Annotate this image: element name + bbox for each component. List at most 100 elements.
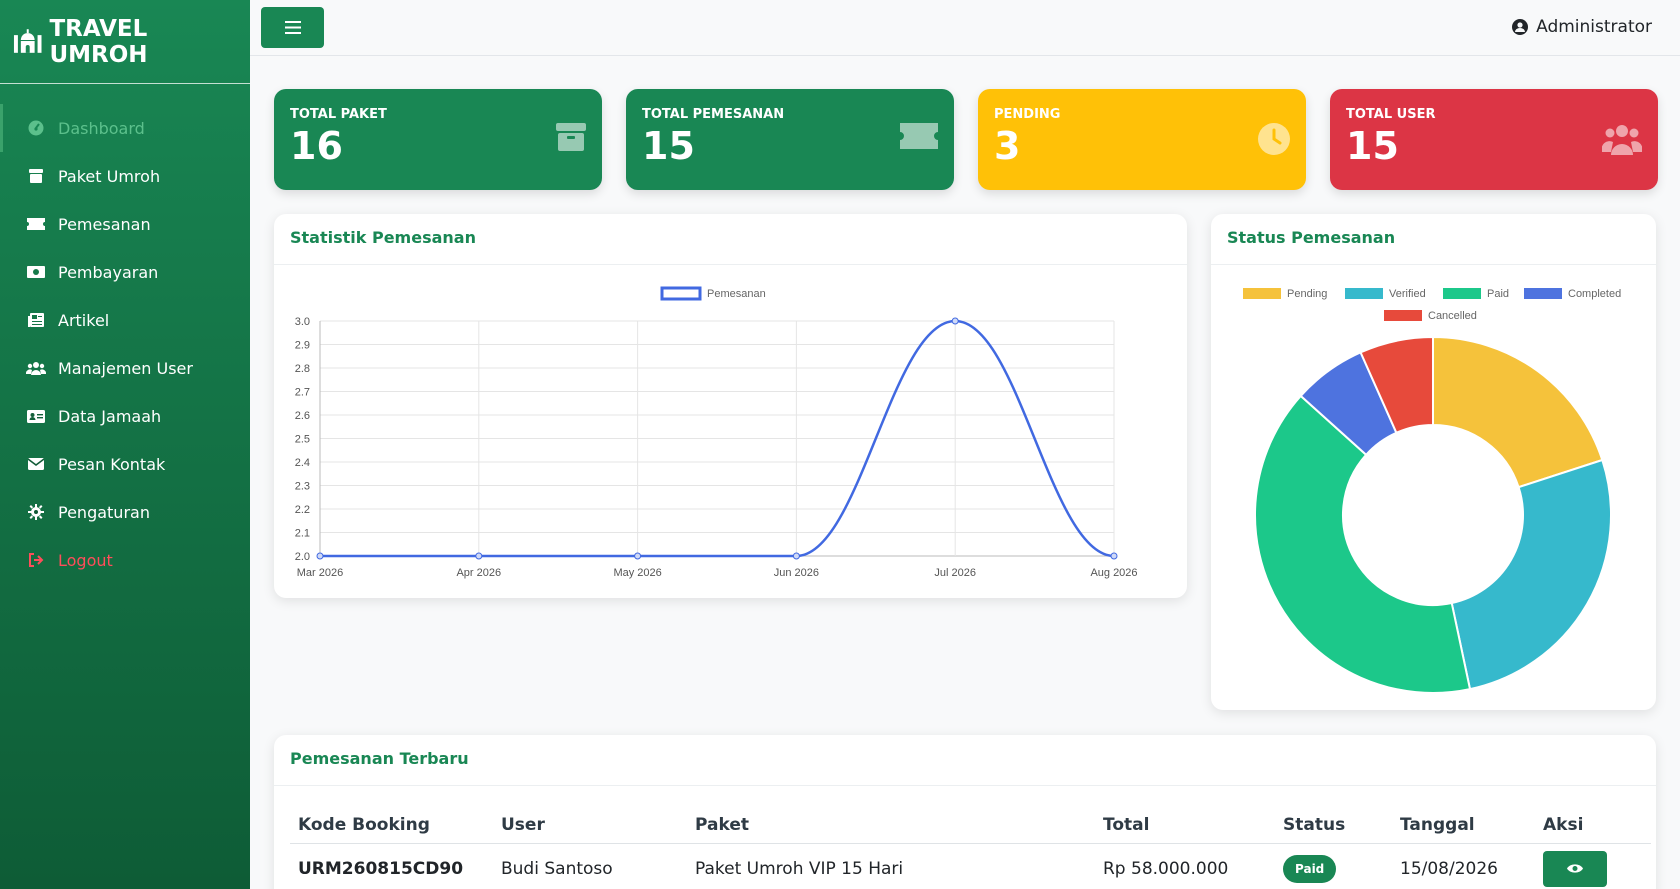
user-menu[interactable]: Administrator xyxy=(1512,17,1652,37)
brand-title: TRAVEL UMROH xyxy=(49,15,148,68)
legend-label: Completed xyxy=(1568,288,1621,300)
panel-title: Pemesanan Terbaru xyxy=(274,735,1656,786)
legend-label: Paid xyxy=(1487,288,1509,300)
y-tick-label: 2.1 xyxy=(295,528,310,540)
legend-swatch xyxy=(1384,310,1422,321)
sidebar-item-paket-umroh[interactable]: Paket Umroh xyxy=(0,152,250,200)
user-circle-icon xyxy=(1512,19,1529,35)
data-point xyxy=(792,552,800,560)
sidebar-item-artikel[interactable]: Artikel xyxy=(0,296,250,344)
legend-swatch xyxy=(660,286,702,301)
column-header: Paket xyxy=(687,807,1095,844)
booking-actions xyxy=(1535,843,1651,889)
sidebar-item-label: Dashboard xyxy=(58,118,145,138)
ticket-icon xyxy=(900,123,938,149)
x-tick-label: Jun 2026 xyxy=(774,567,819,579)
clock-icon xyxy=(1258,123,1290,155)
sidebar-item-data-jamaah[interactable]: Data Jamaah xyxy=(0,392,250,440)
slice-verified xyxy=(1450,458,1612,691)
x-tick-label: Apr 2026 xyxy=(456,567,501,579)
data-point xyxy=(951,317,959,325)
sidebar-item-pembayaran[interactable]: Pembayaran xyxy=(0,248,250,296)
stat-label: TOTAL PAKET xyxy=(290,107,387,122)
sidebar-item-pengaturan[interactable]: Pengaturan xyxy=(0,488,250,536)
view-booking-button[interactable] xyxy=(1543,850,1607,887)
x-tick-label: Mar 2026 xyxy=(297,567,343,579)
sidebar-item-logout[interactable]: Logout xyxy=(0,536,250,584)
sidebar-item-label: Artikel xyxy=(58,310,110,330)
y-tick-label: 2.6 xyxy=(295,410,310,422)
data-point xyxy=(475,552,483,560)
booking-date: 15/08/2026 xyxy=(1400,858,1498,879)
sidebar-item-pemesanan[interactable]: Pemesanan xyxy=(0,200,250,248)
y-tick-label: 2.3 xyxy=(295,481,310,493)
envelope-icon xyxy=(26,456,46,472)
legend-swatch xyxy=(1345,288,1383,299)
column-header: Aksi xyxy=(1535,807,1651,844)
stat-value: 15 xyxy=(1346,124,1399,168)
y-tick-label: 2.2 xyxy=(295,504,310,516)
x-tick-label: Jul 2026 xyxy=(934,567,976,579)
sidebar-item-dashboard[interactable]: Dashboard xyxy=(0,104,250,152)
booking-status-cell: Paid xyxy=(1275,843,1392,889)
booking-total: Rp 58.000.000 xyxy=(1103,858,1229,879)
sidebar-nav: Dashboard Paket Umroh Pemesanan Pembayar… xyxy=(0,84,250,584)
y-tick-label: 2.8 xyxy=(295,363,310,375)
data-point xyxy=(316,552,324,560)
topbar: Administrator xyxy=(250,0,1680,56)
hamburger-icon xyxy=(284,21,301,34)
x-tick-label: May 2026 xyxy=(613,567,661,579)
recent-bookings-panel: Pemesanan Terbaru Kode Booking User Pake… xyxy=(274,735,1656,889)
sidebar-item-pesan-kontak[interactable]: Pesan Kontak xyxy=(0,440,250,488)
y-tick-label: 2.4 xyxy=(295,457,310,469)
legend-label: Cancelled xyxy=(1428,310,1477,322)
brand[interactable]: TRAVEL UMROH xyxy=(0,0,250,84)
stat-card-total-user: TOTAL USER 15 xyxy=(1330,89,1658,190)
panel-title: Statistik Pemesanan xyxy=(274,214,1187,265)
y-tick-label: 2.7 xyxy=(295,387,310,399)
id-card-icon xyxy=(26,408,46,424)
legend-swatch xyxy=(1524,288,1562,299)
ticket-icon xyxy=(26,216,46,232)
y-tick-label: 2.9 xyxy=(295,340,310,352)
sidebar-item-label: Pengaturan xyxy=(58,502,150,522)
legend-swatch xyxy=(1443,288,1481,299)
stat-label: TOTAL USER xyxy=(1346,107,1436,122)
line-chart: Pemesanan 3.0 2.9 2.8 2.7 2.6 2.5 2.4 2.3 2.2 2.1 2… xyxy=(295,286,1138,579)
mosque-icon xyxy=(13,28,42,53)
booking-user: Budi Santoso xyxy=(501,858,613,879)
stat-card-pending: PENDING 3 xyxy=(978,89,1306,190)
stat-label: PENDING xyxy=(994,107,1061,122)
slice-pending xyxy=(1432,335,1604,489)
stat-value: 3 xyxy=(994,124,1021,168)
column-header: User xyxy=(493,807,687,844)
y-tick-label: 3.0 xyxy=(295,316,310,328)
sidebar-item-manajemen-user[interactable]: Manajemen User xyxy=(0,344,250,392)
sidebar-item-label: Pemesanan xyxy=(58,214,151,234)
sidebar-item-label: Pembayaran xyxy=(58,262,159,282)
sidebar: TRAVEL UMROH Dashboard Paket Umroh Pemes… xyxy=(0,0,250,889)
data-point xyxy=(1110,552,1118,560)
line-chart-panel: Statistik Pemesanan Pemesanan 3.0 2.9 2.8 2.… xyxy=(274,214,1187,598)
panel-title: Status Pemesanan xyxy=(1211,214,1656,265)
column-header: Total xyxy=(1095,807,1275,844)
sidebar-item-label: Manajemen User xyxy=(58,358,193,378)
x-tick-label: Aug 2026 xyxy=(1090,567,1137,579)
dashboard-icon xyxy=(26,120,46,136)
stat-card-total-paket: TOTAL PAKET 16 xyxy=(274,89,602,190)
money-icon xyxy=(26,264,46,280)
legend-label: Pending xyxy=(1287,288,1327,300)
stat-label: TOTAL PEMESANAN xyxy=(642,107,785,122)
legend-label: Verified xyxy=(1389,288,1426,300)
data-point xyxy=(634,552,642,560)
legend-label: Pemesanan xyxy=(707,288,766,300)
sidebar-toggle-button[interactable] xyxy=(261,7,324,48)
table-header-row: Kode Booking User Paket Total Status Tan… xyxy=(290,807,1651,844)
column-header: Kode Booking xyxy=(290,807,493,844)
table-row: URM260815CD90 Budi Santoso Paket Umroh V… xyxy=(290,843,1651,889)
stat-value: 15 xyxy=(642,124,695,168)
logout-icon xyxy=(26,552,46,568)
sidebar-item-label: Logout xyxy=(58,550,113,570)
sidebar-item-label: Data Jamaah xyxy=(58,406,162,426)
sidebar-item-label: Paket Umroh xyxy=(58,166,161,186)
